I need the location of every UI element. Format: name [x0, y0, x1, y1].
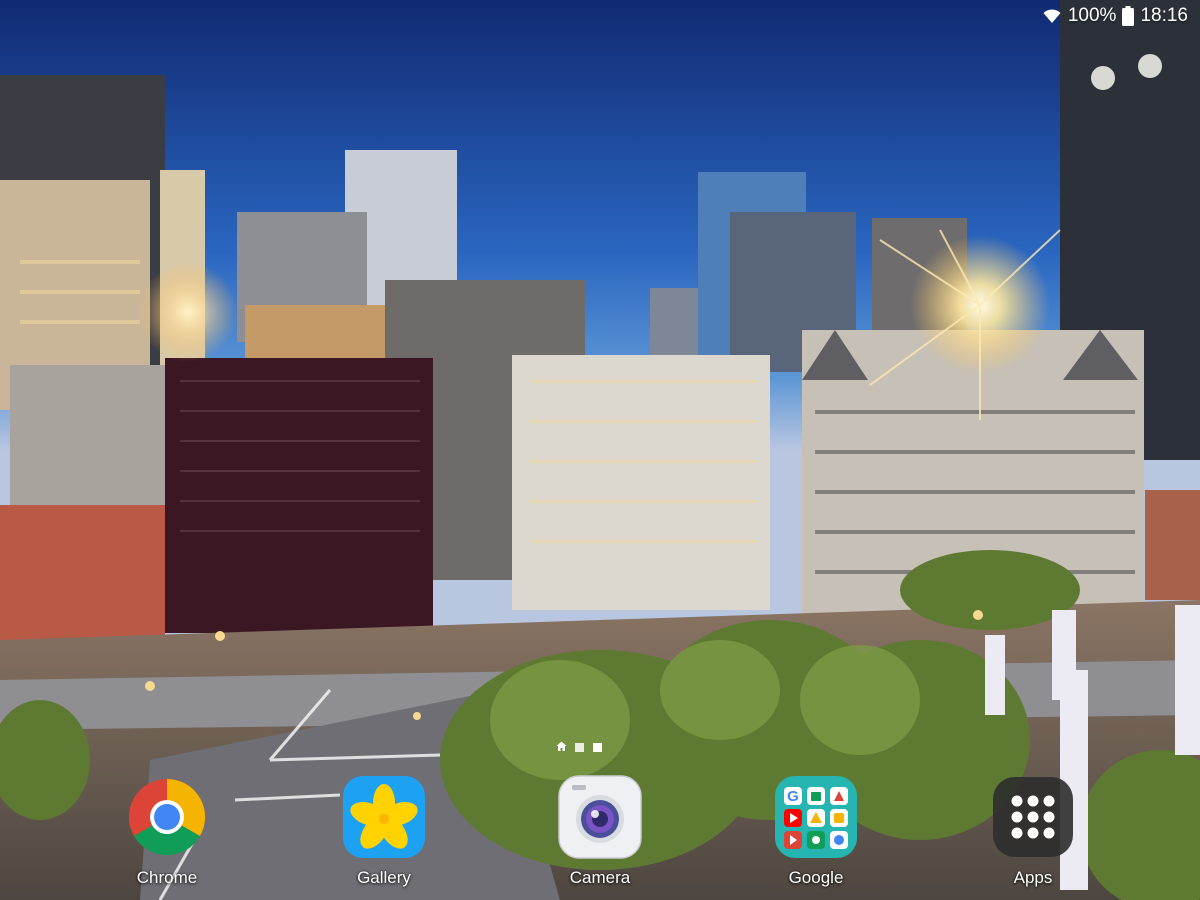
app-dock: Chrome Gallery Camera G Google Apps	[0, 770, 1200, 900]
gallery-label: Gallery	[357, 868, 411, 887]
chrome-icon[interactable]	[124, 774, 210, 860]
google-folder[interactable]: G Google	[756, 774, 876, 894]
wifi-icon	[1042, 7, 1062, 25]
gallery-icon[interactable]	[341, 774, 427, 860]
page-dot[interactable]	[575, 743, 584, 752]
camera-label: Camera	[569, 868, 631, 887]
camera-icon[interactable]	[557, 774, 643, 860]
chrome-label: Chrome	[136, 868, 198, 887]
apps-drawer[interactable]: Apps	[973, 774, 1093, 894]
page-indicator	[556, 741, 602, 752]
apps-label: Apps	[1013, 868, 1053, 887]
city-wallpaper-image	[0, 0, 1200, 900]
wallpaper	[0, 0, 1200, 900]
battery-icon	[1122, 6, 1135, 26]
clock: 18:16	[1140, 5, 1188, 26]
gallery-app[interactable]: Gallery	[324, 774, 444, 894]
svg-text:G: G	[787, 788, 799, 805]
battery-percent: 100%	[1067, 5, 1117, 26]
status-bar: 100% 18:16	[1042, 0, 1200, 32]
page-dot-active[interactable]	[593, 743, 602, 752]
google-folder-icon[interactable]: G	[773, 774, 859, 860]
google-label: Google	[788, 868, 844, 887]
home-icon[interactable]	[556, 741, 567, 752]
chrome-app[interactable]: Chrome	[107, 774, 227, 894]
apps-grid-icon[interactable]	[990, 774, 1076, 860]
camera-app[interactable]: Camera	[540, 774, 660, 894]
